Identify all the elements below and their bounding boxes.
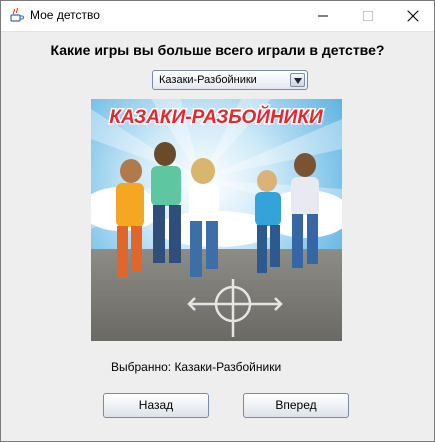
game-select-combobox[interactable]: Казаки-Разбойники (152, 70, 308, 90)
children-playing-image: КАЗАКИ-РАЗБОЙНИКИ (91, 99, 342, 341)
close-button[interactable] (391, 1, 435, 31)
maximize-icon (363, 11, 373, 21)
minimize-button[interactable] (301, 1, 345, 31)
game-picture: КАЗАКИ-РАЗБОЙНИКИ (91, 99, 342, 341)
maximize-button[interactable] (346, 1, 390, 31)
java-app-icon (8, 7, 24, 23)
minimize-icon (318, 15, 328, 17)
back-button[interactable]: Назад (103, 393, 209, 418)
chevron-down-icon (294, 78, 302, 84)
picture-banner-text: КАЗАКИ-РАЗБОЙНИКИ (109, 106, 323, 128)
combo-selected-value: Казаки-Разбойники (159, 74, 257, 86)
window-title: Мое детство (30, 8, 100, 22)
app-window: Мое детство Какие игры вы больше всего и… (0, 0, 435, 442)
next-button[interactable]: Вперед (243, 393, 349, 418)
selected-game-label: Выбранно: Казаки-Разбойники (111, 360, 282, 374)
title-bar[interactable]: Мое детство (1, 1, 434, 32)
close-icon (407, 10, 419, 22)
question-heading: Какие игры вы больше всего играли в детс… (50, 42, 385, 58)
dropdown-arrow-button[interactable] (290, 73, 305, 87)
